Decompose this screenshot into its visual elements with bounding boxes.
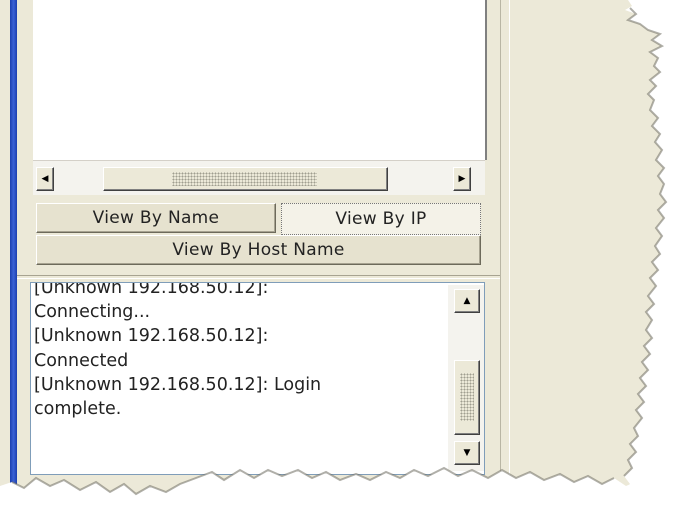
scroll-right-button[interactable]: ▶ — [453, 167, 471, 191]
log-line: [Unknown 192.168.50.12]: — [34, 282, 269, 298]
log-line: Connecting... — [34, 302, 151, 323]
horizontal-scroll-thumb[interactable] — [103, 167, 388, 191]
view-mode-buttons: View By Name View By IP View By Host Nam… — [28, 198, 488, 272]
scroll-down-button[interactable]: ▼ — [454, 441, 480, 465]
window-left-border — [10, 0, 17, 500]
log-line: [Unknown 192.168.50.12]: Login — [34, 374, 322, 395]
connection-log[interactable]: [Unknown 192.168.50.12]: Connecting... [… — [30, 282, 485, 475]
divider — [17, 275, 500, 279]
arrow-left-icon: ◀ — [41, 174, 49, 184]
log-line: [Unknown 192.168.50.12]: — [34, 326, 269, 347]
vertical-scroll-thumb[interactable] — [454, 360, 480, 435]
grip-icon — [172, 172, 317, 186]
arrow-right-icon: ▶ — [458, 174, 466, 184]
view-by-name-label: View By Name — [92, 208, 220, 228]
log-line: complete. — [34, 399, 122, 420]
view-by-name-button[interactable]: View By Name — [36, 203, 276, 233]
log-text: [Unknown 192.168.50.12]: Connecting... [… — [34, 282, 444, 421]
scroll-up-button[interactable]: ▲ — [454, 289, 480, 313]
app-window: ◀ ▶ View By Name View By IP View By Host… — [0, 0, 675, 521]
vertical-scrollbar[interactable]: ▲ ▼ — [448, 285, 484, 471]
status-bar-text: 192.1 — [136, 490, 191, 511]
pane-splitter[interactable] — [500, 0, 510, 480]
host-list-view[interactable] — [33, 0, 487, 160]
view-by-ip-label: View By IP — [335, 209, 427, 229]
arrow-up-icon: ▲ — [463, 296, 471, 306]
log-line: Connected — [34, 350, 129, 371]
view-by-host-name-label: View By Host Name — [172, 240, 345, 260]
view-by-host-name-button[interactable]: View By Host Name — [36, 235, 481, 265]
scroll-left-button[interactable]: ◀ — [36, 167, 54, 191]
grip-icon — [460, 373, 474, 421]
view-by-ip-button[interactable]: View By IP — [281, 203, 481, 235]
horizontal-scrollbar[interactable]: ◀ ▶ — [33, 160, 485, 195]
arrow-down-icon: ▼ — [463, 448, 471, 458]
right-pane — [510, 0, 675, 480]
